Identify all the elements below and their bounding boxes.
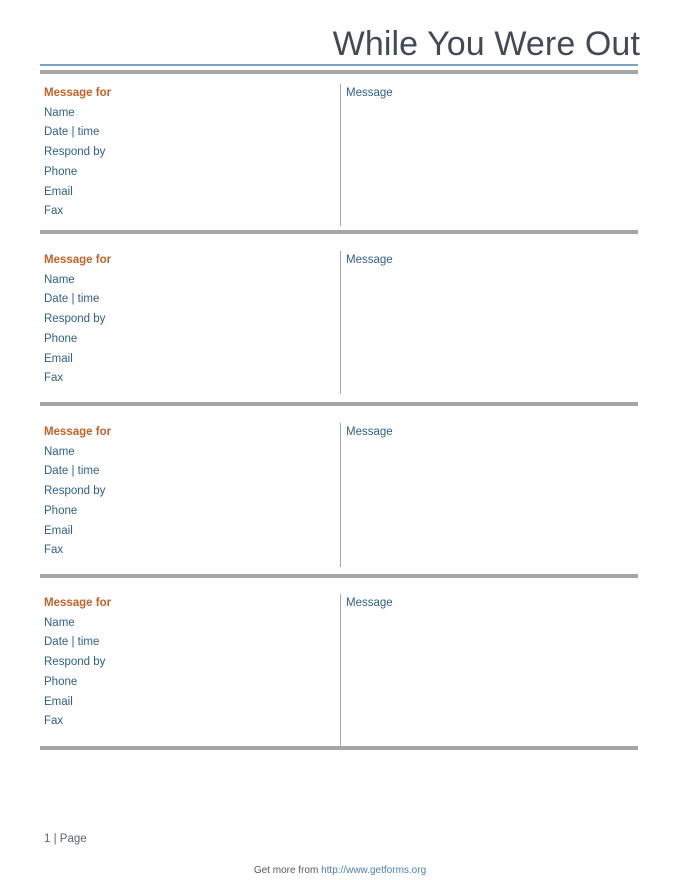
field-label-respond-by: Respond by — [44, 656, 106, 669]
field-label-respond-by: Respond by — [44, 485, 106, 498]
field-labels-4: Message for Name Date | time Respond by … — [44, 594, 324, 732]
message-area-label-1: Message — [346, 87, 393, 99]
page-title: While You Were Out — [332, 25, 640, 63]
field-label-fax: Fax — [44, 715, 64, 728]
column-divider-4 — [340, 594, 341, 748]
field-label-phone: Phone — [44, 332, 78, 345]
column-divider-2 — [340, 251, 341, 394]
message-for-heading: Message for — [44, 254, 112, 266]
field-label-name: Name — [44, 106, 75, 119]
message-area-label-2: Message — [346, 254, 393, 266]
column-divider-1 — [340, 84, 341, 226]
field-label-respond-by: Respond by — [44, 313, 106, 326]
message-block-4: Message for Name Date | time Respond by … — [40, 594, 638, 748]
field-label-email: Email — [44, 185, 73, 198]
field-labels-2: Message for Name Date | time Respond by … — [44, 251, 324, 389]
block-separator-2 — [40, 402, 638, 406]
field-label-fax: Fax — [44, 372, 64, 385]
message-for-heading: Message for — [44, 87, 112, 99]
message-block-1: Message for Name Date | time Respond by … — [40, 84, 638, 226]
field-label-name: Name — [44, 616, 75, 629]
message-area-label-3: Message — [346, 426, 393, 438]
field-label-date-time: Date | time — [44, 293, 100, 306]
field-labels-3: Message for Name Date | time Respond by … — [44, 423, 324, 561]
field-label-phone: Phone — [44, 675, 78, 688]
title-container: While You Were Out — [40, 24, 640, 64]
attribution-line: Get more from http://www.getforms.org — [0, 865, 680, 876]
document-page: While You Were Out Message for Name Date… — [0, 0, 680, 880]
header-blue-rule — [40, 64, 638, 66]
field-label-email: Email — [44, 695, 73, 708]
block-separator-4 — [40, 746, 638, 750]
field-label-fax: Fax — [44, 544, 64, 557]
message-area-label-4: Message — [346, 597, 393, 609]
field-label-name: Name — [44, 445, 75, 458]
header-gray-rule — [40, 70, 638, 74]
message-block-2: Message for Name Date | time Respond by … — [40, 251, 638, 394]
block-separator-3 — [40, 574, 638, 578]
attribution-prefix: Get more from — [253, 865, 322, 876]
page-number: 1 | Page — [44, 833, 87, 845]
message-for-heading: Message for — [44, 426, 112, 438]
getforms-link[interactable]: http://www.getforms.org — [321, 865, 426, 876]
field-label-date-time: Date | time — [44, 636, 100, 649]
field-label-phone: Phone — [44, 165, 78, 178]
field-label-name: Name — [44, 273, 75, 286]
field-label-date-time: Date | time — [44, 126, 100, 139]
field-label-fax: Fax — [44, 205, 64, 218]
field-label-respond-by: Respond by — [44, 146, 106, 159]
message-block-1-inner: Message for Name Date | time Respond by … — [40, 84, 638, 226]
field-labels-1: Message for Name Date | time Respond by … — [44, 84, 324, 222]
message-for-heading: Message for — [44, 597, 112, 609]
field-label-email: Email — [44, 524, 73, 537]
column-divider-3 — [340, 423, 341, 567]
field-label-email: Email — [44, 352, 73, 365]
field-label-date-time: Date | time — [44, 465, 100, 478]
message-block-3-inner: Message for Name Date | time Respond by … — [40, 423, 638, 567]
block-separator-1 — [40, 230, 638, 234]
message-block-3: Message for Name Date | time Respond by … — [40, 423, 638, 567]
field-label-phone: Phone — [44, 504, 78, 517]
message-block-4-inner: Message for Name Date | time Respond by … — [40, 594, 638, 748]
message-block-2-inner: Message for Name Date | time Respond by … — [40, 251, 638, 394]
